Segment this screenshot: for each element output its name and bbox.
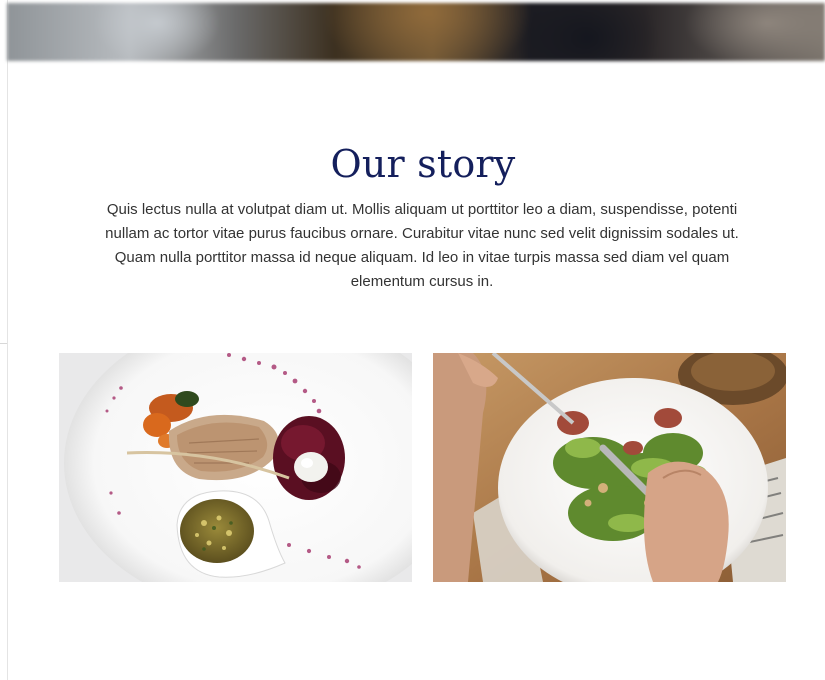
dish-photo-salad	[433, 353, 786, 582]
section-title: Our story	[330, 142, 516, 186]
dish-photo-plated-fish	[59, 353, 412, 582]
edge-divider	[0, 343, 7, 344]
story-paragraph: Quis lectus nulla at volutpat diam ut. M…	[105, 201, 739, 290]
hero-banner-image	[7, 3, 825, 61]
